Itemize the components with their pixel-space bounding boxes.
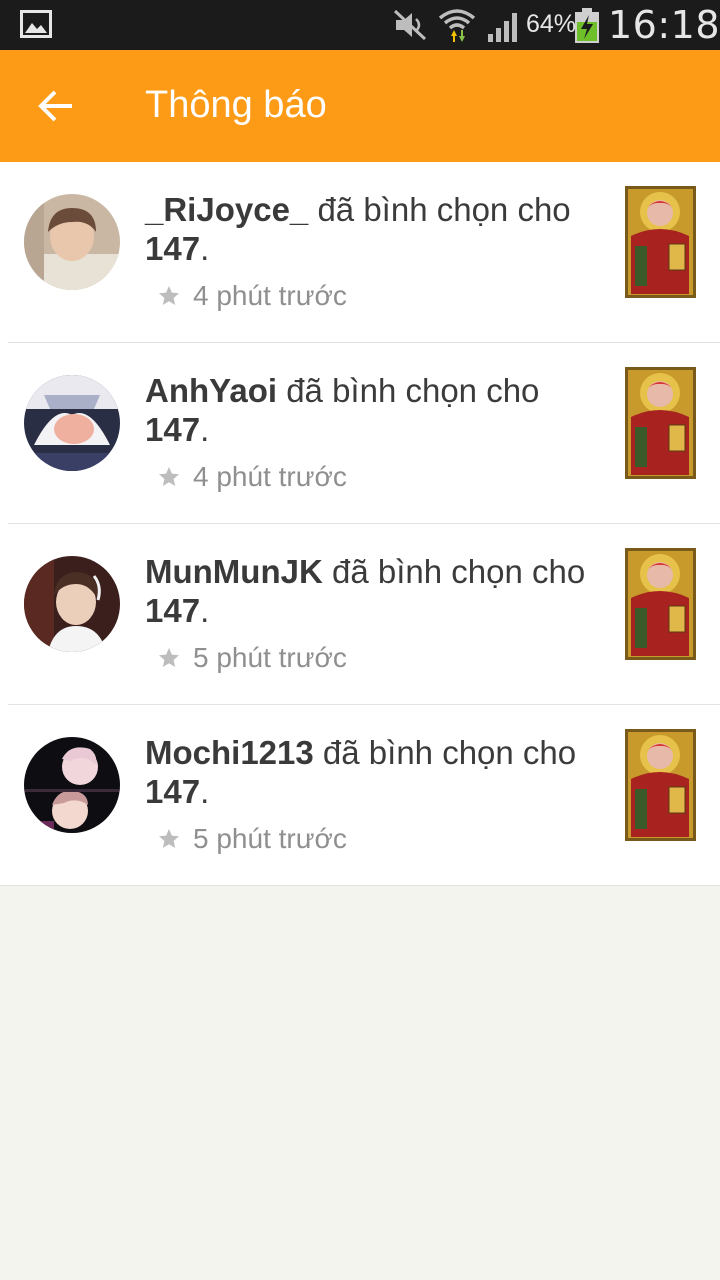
notification-item[interactable]: _RiJoyce_ đã bình chọn cho 147. 4 phút t… [0, 162, 720, 343]
story-title[interactable]: 147 [145, 411, 200, 448]
mute-icon [393, 9, 427, 41]
signal-icon [488, 13, 517, 42]
app-bar: Thông báo [0, 50, 720, 162]
period: . [200, 592, 210, 629]
timestamp: 4 phút trước [193, 461, 347, 492]
story-cover-thumbnail[interactable] [625, 186, 696, 298]
notification-text: MunMunJK đã bình chọn cho 147. 5 phút tr… [145, 552, 605, 678]
star-icon [159, 648, 179, 667]
timestamp: 4 phút trước [193, 280, 347, 311]
username[interactable]: Mochi1213 [145, 734, 314, 771]
action-text: đã bình chọn cho [322, 553, 586, 590]
avatar[interactable] [24, 737, 120, 833]
star-icon [159, 467, 179, 486]
period: . [200, 411, 210, 448]
username[interactable]: _RiJoyce_ [145, 191, 308, 228]
battery-percent: 64% [526, 10, 577, 38]
story-title[interactable]: 147 [145, 230, 200, 267]
star-icon [159, 286, 179, 305]
star-icon [159, 829, 179, 848]
period: . [200, 230, 210, 267]
notification-text: Mochi1213 đã bình chọn cho 147. 5 phút t… [145, 733, 605, 859]
action-text: đã bình chọn cho [308, 191, 571, 228]
avatar[interactable] [24, 375, 120, 471]
timestamp: 5 phút trước [193, 642, 347, 673]
story-cover-thumbnail[interactable] [625, 548, 696, 660]
notification-text: _RiJoyce_ đã bình chọn cho 147. 4 phút t… [145, 190, 605, 316]
avatar[interactable] [24, 194, 120, 290]
username[interactable]: AnhYaoi [145, 372, 277, 409]
notification-list: _RiJoyce_ đã bình chọn cho 147. 4 phút t… [0, 162, 720, 886]
back-arrow-icon[interactable] [30, 80, 82, 132]
action-text: đã bình chọn cho [313, 734, 577, 771]
notification-item[interactable]: Mochi1213 đã bình chọn cho 147. 5 phút t… [0, 705, 720, 886]
page-title: Thông báo [145, 84, 327, 126]
story-title[interactable]: 147 [145, 773, 200, 810]
action-text: đã bình chọn cho [277, 372, 540, 409]
username[interactable]: MunMunJK [145, 553, 323, 590]
gallery-icon [20, 10, 52, 38]
wifi-icon [438, 9, 476, 42]
story-cover-thumbnail[interactable] [625, 729, 696, 841]
status-bar: 64% 16:18 [0, 0, 720, 50]
clock: 16:18 [608, 3, 720, 47]
divider [0, 885, 720, 886]
story-title[interactable]: 147 [145, 592, 200, 629]
notification-item[interactable]: MunMunJK đã bình chọn cho 147. 5 phút tr… [0, 524, 720, 705]
battery-charging-icon [575, 8, 599, 43]
avatar[interactable] [24, 556, 120, 652]
notification-item[interactable]: AnhYaoi đã bình chọn cho 147. 4 phút trư… [0, 343, 720, 524]
period: . [200, 773, 210, 810]
timestamp: 5 phút trước [193, 823, 347, 854]
notification-text: AnhYaoi đã bình chọn cho 147. 4 phút trư… [145, 371, 605, 497]
story-cover-thumbnail[interactable] [625, 367, 696, 479]
